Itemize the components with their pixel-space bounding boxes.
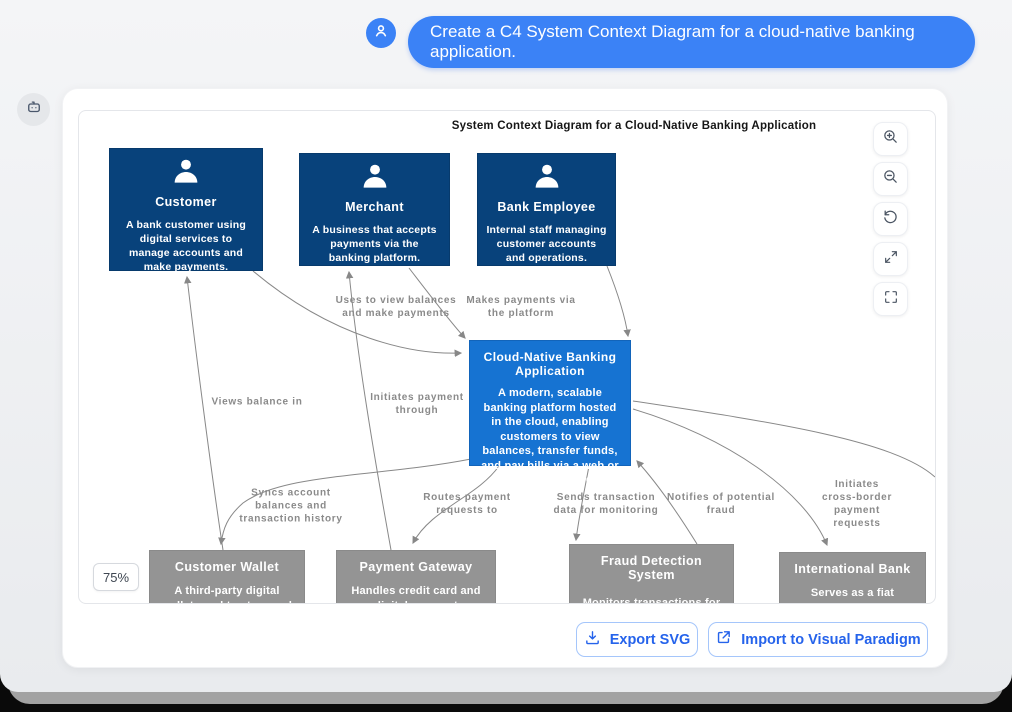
node-fraud-detection: Fraud Detection System Monitors transact…	[569, 544, 734, 604]
node-customer: Customer A bank customer using digital s…	[109, 148, 263, 271]
fullscreen-icon	[883, 289, 899, 310]
reset-view-button[interactable]	[873, 202, 908, 236]
zoom-out-icon	[882, 168, 899, 190]
edge-app-intlbank	[633, 409, 827, 545]
zoom-in-button[interactable]	[873, 122, 908, 156]
edge-label-sends: Sends transaction data for monitoring	[554, 491, 659, 517]
node-description: Monitors transactions for	[583, 596, 721, 604]
person-icon	[169, 156, 203, 193]
edge-label-routes: Routes payment requests to	[423, 491, 511, 517]
app-screen: Create a C4 System Context Diagram for a…	[0, 0, 1012, 712]
robot-icon	[25, 98, 43, 121]
node-customer-wallet: Customer Wallet A third-party digital wa…	[149, 550, 305, 604]
zoom-toolbar	[873, 122, 908, 316]
edge-label-views: Views balance in	[211, 396, 302, 409]
diagram-title: System Context Diagram for a Cloud-Nativ…	[452, 120, 817, 132]
person-icon	[358, 161, 392, 198]
node-description: Handles credit card and digital payment …	[345, 584, 487, 604]
edge-label-uses: Uses to view balances and make payments	[336, 294, 457, 320]
edge-label-makes: Makes payments via the platform	[466, 294, 575, 320]
node-banking-application: Cloud-Native Banking Application A moder…	[469, 340, 631, 466]
download-icon	[584, 629, 601, 650]
edge-wallet-customer	[187, 277, 223, 550]
person-icon	[530, 161, 564, 198]
expand-button[interactable]	[873, 242, 908, 276]
person-icon	[373, 23, 389, 44]
node-title: Payment Gateway	[360, 560, 473, 574]
edge-label-cross: Initiates cross-border payment requests	[818, 478, 896, 530]
import-visual-paradigm-label: Import to Visual Paradigm	[741, 632, 920, 648]
reset-view-icon	[882, 208, 899, 230]
zoom-out-button[interactable]	[873, 162, 908, 196]
node-description: Serves as a fiat currency partner for cr…	[788, 586, 917, 604]
edge-label-initiates: Initiates payment through	[370, 391, 464, 417]
node-title: International Bank	[794, 562, 910, 576]
zoom-in-icon	[882, 128, 899, 150]
edge-app-right-curve	[633, 401, 935, 477]
user-avatar	[366, 18, 396, 48]
user-message-text: Create a C4 System Context Diagram for a…	[430, 22, 953, 62]
node-title: Bank Employee	[497, 200, 595, 214]
node-international-bank: International Bank Serves as a fiat curr…	[779, 552, 926, 604]
page-background: Create a C4 System Context Diagram for a…	[0, 0, 1012, 692]
zoom-level-badge: 75%	[93, 563, 139, 591]
node-title: Merchant	[345, 200, 404, 214]
node-title: Fraud Detection System	[578, 554, 725, 582]
node-title: Customer	[155, 195, 217, 209]
node-description: A bank customer using digital services t…	[118, 219, 254, 274]
node-title: Cloud-Native Banking Application	[478, 350, 622, 378]
edge-label-notifies: Notifies of potential fraud	[667, 491, 775, 517]
import-visual-paradigm-button[interactable]: Import to Visual Paradigm	[708, 622, 928, 657]
export-svg-label: Export SVG	[610, 632, 691, 648]
node-payment-gateway: Payment Gateway Handles credit card and …	[336, 550, 496, 604]
expand-icon	[883, 249, 899, 270]
node-title: Customer Wallet	[175, 560, 279, 574]
node-description: A business that accepts payments via the…	[308, 224, 441, 266]
edge-label-syncs: Syncs account balances and transaction h…	[239, 487, 342, 526]
diagram-canvas: System Context Diagram for a Cloud-Nativ…	[78, 110, 936, 604]
export-svg-button[interactable]: Export SVG	[576, 622, 698, 657]
assistant-avatar	[17, 93, 50, 126]
node-bank-employee: Bank Employee Internal staff managing cu…	[477, 153, 616, 266]
node-description: A modern, scalable banking platform host…	[478, 386, 622, 488]
node-description: A third-party digital wallet used to sto…	[158, 584, 296, 604]
fullscreen-button[interactable]	[873, 282, 908, 316]
node-description: Internal staff managing customer account…	[486, 224, 607, 266]
external-link-icon	[715, 629, 732, 650]
edge-employee-app	[607, 266, 628, 336]
node-merchant: Merchant A business that accepts payment…	[299, 153, 450, 266]
user-message-bubble: Create a C4 System Context Diagram for a…	[408, 16, 975, 68]
